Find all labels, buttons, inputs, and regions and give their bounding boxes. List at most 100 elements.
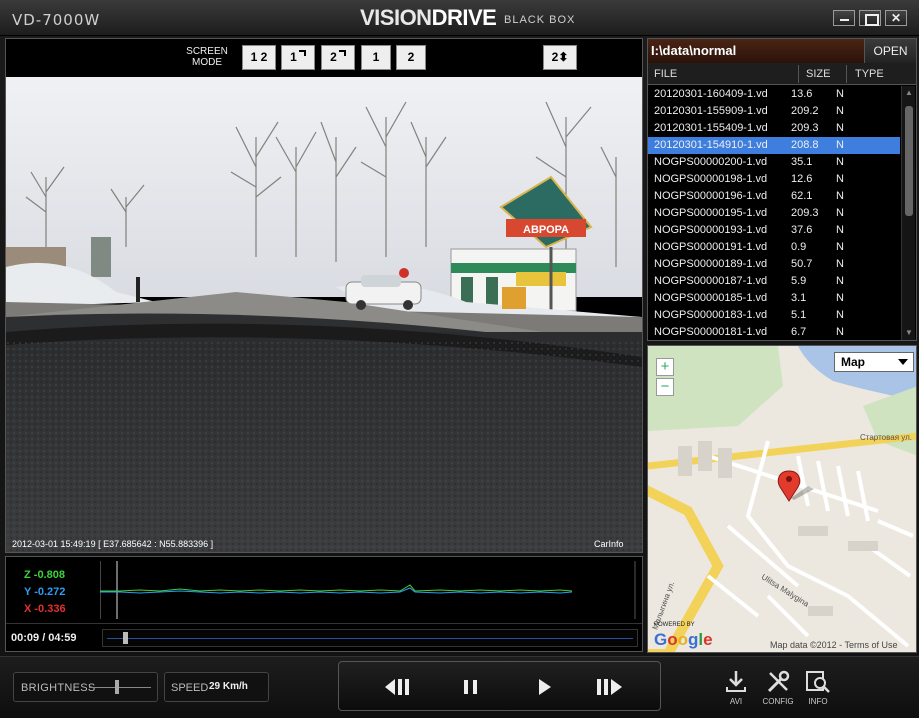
file-row[interactable]: 20120301-160409-1.vd 13.6 N (648, 86, 900, 103)
scroll-thumb[interactable] (905, 106, 913, 216)
zoom-out-button[interactable]: − (656, 378, 674, 396)
swap-camera-button[interactable]: 2⬍ (543, 45, 577, 70)
folder-path[interactable]: I:\data\normal (648, 39, 864, 63)
scroll-up-icon[interactable]: ▲ (904, 88, 914, 98)
dashcam-frame: АВРОРА (6, 77, 642, 552)
file-type: N (836, 88, 844, 100)
next-frame-button[interactable] (593, 674, 627, 700)
carinfo-label[interactable]: CarInfo (594, 539, 624, 549)
pause-button[interactable] (454, 674, 488, 700)
file-size: 5.1 (791, 309, 807, 321)
brand-logo: VISIONDRIVE (360, 5, 497, 31)
zoom-in-button[interactable]: + (656, 358, 674, 376)
map-canvas (648, 346, 916, 652)
config-label: CONFIG (762, 697, 794, 706)
file-size: 62.1 (791, 190, 813, 202)
pip-icon (298, 50, 306, 56)
map-type-select[interactable]: Map (834, 352, 914, 372)
minimize-button[interactable] (833, 10, 855, 26)
seek-bar[interactable] (102, 629, 638, 647)
minimize-icon (834, 11, 854, 25)
avi-export-button[interactable]: AVI (714, 665, 758, 711)
google-logo[interactable]: Google (654, 630, 713, 650)
file-name: 20120301-154910-1.vd (654, 139, 768, 151)
file-size: 13.6 (791, 88, 813, 100)
brightness-control: BRIGHTNESS (13, 672, 158, 702)
file-row[interactable]: NOGPS00000198-1.vd 12.6 N (648, 171, 900, 188)
map-copyright[interactable]: Map data ©2012 - Terms of Use (770, 640, 898, 650)
play-button[interactable] (527, 674, 561, 700)
mode-2-pip-label: 2 (330, 50, 337, 64)
file-row[interactable]: NOGPS00000181-1.vd 6.7 N (648, 324, 900, 340)
file-row[interactable]: NOGPS00000183-1.vd 5.1 N (648, 307, 900, 324)
file-row[interactable]: NOGPS00000193-1.vd 37.6 N (648, 222, 900, 239)
file-name: NOGPS00000183-1.vd (654, 309, 768, 321)
mode-1-pip-button[interactable]: 1 (281, 45, 315, 70)
download-icon (726, 671, 746, 692)
file-row[interactable]: NOGPS00000187-1.vd 5.9 N (648, 273, 900, 290)
file-type: N (836, 105, 844, 117)
g-sensor-graph[interactable] (100, 560, 636, 620)
file-list-scrollbar[interactable]: ▲ ▼ (901, 86, 915, 340)
file-size: 3.1 (791, 292, 807, 304)
previous-frame-button[interactable] (381, 674, 415, 700)
column-header-type[interactable]: TYPE (855, 68, 884, 80)
file-size: 5.9 (791, 275, 807, 287)
column-divider[interactable] (846, 65, 847, 83)
file-row[interactable]: NOGPS00000200-1.vd 35.1 N (648, 154, 900, 171)
mode-1-button[interactable]: 1 (361, 45, 391, 70)
open-button[interactable]: OPEN (864, 39, 916, 63)
g-sensor-x: X -0.336 (24, 603, 66, 615)
brightness-slider-thumb[interactable] (115, 680, 119, 694)
file-row[interactable]: NOGPS00000191-1.vd 0.9 N (648, 239, 900, 256)
file-type: N (836, 156, 844, 168)
file-browser: I:\data\normal OPEN FILE SIZE TYPE 20120… (647, 38, 917, 341)
video-timestamp: 2012-03-01 15:49:19 [ E37.685642 : N55.8… (12, 539, 214, 549)
close-button[interactable]: ✕ (885, 10, 907, 26)
file-type: N (836, 207, 844, 219)
g-sensor-y: Y -0.272 (24, 586, 66, 598)
screen-mode-label-line2: MODE (192, 57, 222, 68)
info-button[interactable]: INFO (796, 665, 840, 711)
column-divider[interactable] (798, 65, 799, 83)
column-header-file[interactable]: FILE (654, 68, 677, 80)
maximize-button[interactable] (859, 10, 881, 26)
file-row[interactable]: NOGPS00000185-1.vd 3.1 N (648, 290, 900, 307)
file-row[interactable]: NOGPS00000196-1.vd 62.1 N (648, 188, 900, 205)
config-button[interactable]: CONFIG (756, 665, 800, 711)
brand-part2: DRIVE (431, 5, 497, 30)
file-row[interactable]: NOGPS00000189-1.vd 50.7 N (648, 256, 900, 273)
model-name: VD-7000W (12, 11, 101, 29)
file-size: 50.7 (791, 258, 813, 270)
file-row[interactable]: 20120301-154910-1.vd 208.8 N (648, 137, 900, 154)
file-row[interactable]: 20120301-155909-1.vd 209.2 N (648, 103, 900, 120)
avi-label: AVI (729, 697, 743, 706)
file-row[interactable]: 20120301-155409-1.vd 209.3 N (648, 120, 900, 137)
close-icon: ✕ (890, 11, 902, 25)
google-logo-text: Google (654, 630, 713, 649)
file-type: N (836, 190, 844, 202)
file-name: NOGPS00000181-1.vd (654, 326, 768, 338)
file-row[interactable]: NOGPS00000195-1.vd 209.3 N (648, 205, 900, 222)
screen-mode-label: SCREEN MODE (181, 46, 233, 68)
file-name: NOGPS00000189-1.vd (654, 258, 768, 270)
file-type: N (836, 224, 844, 236)
video-panel: SCREEN MODE 1 2 1 2 1 2 2⬍ АВРОРА 2012-0… (5, 38, 643, 553)
column-header-size[interactable]: SIZE (806, 68, 830, 80)
scroll-down-icon[interactable]: ▼ (904, 328, 914, 338)
map-panel[interactable]: Стартовая ул. Ulitsa Malygina Малыгина у… (647, 345, 917, 653)
file-name: NOGPS00000195-1.vd (654, 207, 768, 219)
step-forward-icon (597, 679, 622, 695)
camera-view[interactable]: АВРОРА 2012-03-01 15:49:19 [E37.685642 … (6, 77, 642, 552)
chevron-down-icon (898, 359, 908, 365)
file-list: 20120301-160409-1.vd 13.6 N 20120301-155909… (648, 86, 900, 340)
transport-controls (338, 661, 661, 711)
mode-2-button[interactable]: 2 (396, 45, 426, 70)
z-trace (100, 584, 573, 592)
mode-dual-button[interactable]: 1 2 (242, 45, 276, 70)
brightness-slider[interactable] (89, 687, 151, 688)
mode-2-pip-button[interactable]: 2 (321, 45, 355, 70)
file-type: N (836, 139, 844, 151)
seek-thumb[interactable] (122, 632, 128, 644)
title-bar: VD-7000W VISIONDRIVE BLACK BOX ✕ (0, 0, 919, 36)
